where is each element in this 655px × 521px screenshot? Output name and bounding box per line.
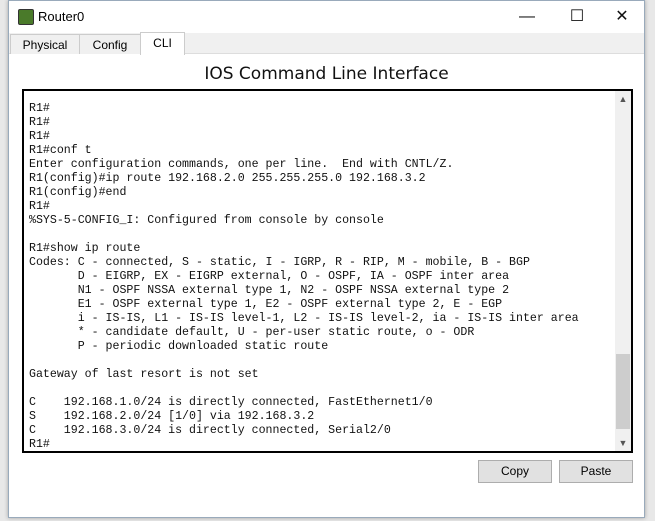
title-bar[interactable]: Router0 — ☐ ✕ bbox=[9, 1, 644, 33]
terminal-line: R1# bbox=[29, 130, 50, 143]
cli-terminal[interactable]: R1# R1# R1# R1#conf t Enter configuration co… bbox=[22, 89, 633, 453]
terminal-line: R1(config)#ip route 192.168.2.0 255.255.… bbox=[29, 172, 426, 185]
terminal-line: R1(config)#end bbox=[29, 186, 127, 199]
terminal-line: P - periodic downloaded static route bbox=[29, 340, 329, 353]
terminal-line: * - candidate default, U - per-user stat… bbox=[29, 326, 475, 339]
close-button[interactable]: ✕ bbox=[599, 5, 645, 29]
terminal-line: %SYS-5-CONFIG_I: Configured from console… bbox=[29, 214, 384, 227]
terminal-line: Gateway of last resort is not set bbox=[29, 368, 259, 381]
terminal-line: N1 - OSPF NSSA external type 1, N2 - OSP… bbox=[29, 284, 510, 297]
terminal-scrollbar[interactable]: ▲ ▼ bbox=[615, 91, 631, 451]
page-title: IOS Command Line Interface bbox=[204, 64, 449, 84]
terminal-line: E1 - OSPF external type 1, E2 - OSPF ext… bbox=[29, 298, 503, 311]
minimize-button[interactable]: — bbox=[504, 5, 550, 29]
terminal-line: S 192.168.2.0/24 [1/0] via 192.168.3.2 bbox=[29, 410, 315, 423]
terminal-line: R1# bbox=[29, 102, 50, 115]
terminal-line: C 192.168.1.0/24 is directly connected, … bbox=[29, 396, 433, 409]
scrollbar-thumb[interactable] bbox=[616, 354, 630, 429]
copy-button[interactable]: Copy bbox=[478, 460, 552, 483]
scroll-up-icon[interactable]: ▲ bbox=[615, 94, 631, 104]
paste-button[interactable]: Paste bbox=[559, 460, 633, 483]
terminal-line: R1# bbox=[29, 116, 50, 129]
router-window: Router0 — ☐ ✕ Physical Config CLI IOS Co… bbox=[8, 0, 645, 518]
maximize-button[interactable]: ☐ bbox=[554, 5, 600, 29]
terminal-line: C 192.168.3.0/24 is directly connected, … bbox=[29, 424, 391, 437]
terminal-line: R1#show ip route bbox=[29, 242, 141, 255]
terminal-line: Codes: C - connected, S - static, I - IG… bbox=[29, 256, 530, 269]
terminal-line: D - EIGRP, EX - EIGRP external, O - OSPF… bbox=[29, 270, 510, 283]
tab-cli[interactable]: CLI bbox=[140, 32, 185, 55]
scroll-down-icon[interactable]: ▼ bbox=[615, 438, 631, 448]
router-app-icon bbox=[18, 9, 34, 25]
tab-config[interactable]: Config bbox=[79, 34, 141, 54]
tab-bar: Physical Config CLI bbox=[9, 32, 644, 55]
terminal-line: R1# bbox=[29, 200, 50, 213]
terminal-line: R1# bbox=[29, 438, 50, 451]
window-title: Router0 bbox=[38, 9, 85, 24]
terminal-line: R1#conf t bbox=[29, 144, 92, 157]
terminal-line: Enter configuration commands, one per li… bbox=[29, 158, 454, 171]
terminal-line: i - IS-IS, L1 - IS-IS level-1, L2 - IS-I… bbox=[29, 312, 579, 325]
tab-physical[interactable]: Physical bbox=[10, 34, 80, 54]
terminal-output[interactable]: R1# R1# R1# R1#conf t Enter configuration co… bbox=[29, 102, 579, 451]
